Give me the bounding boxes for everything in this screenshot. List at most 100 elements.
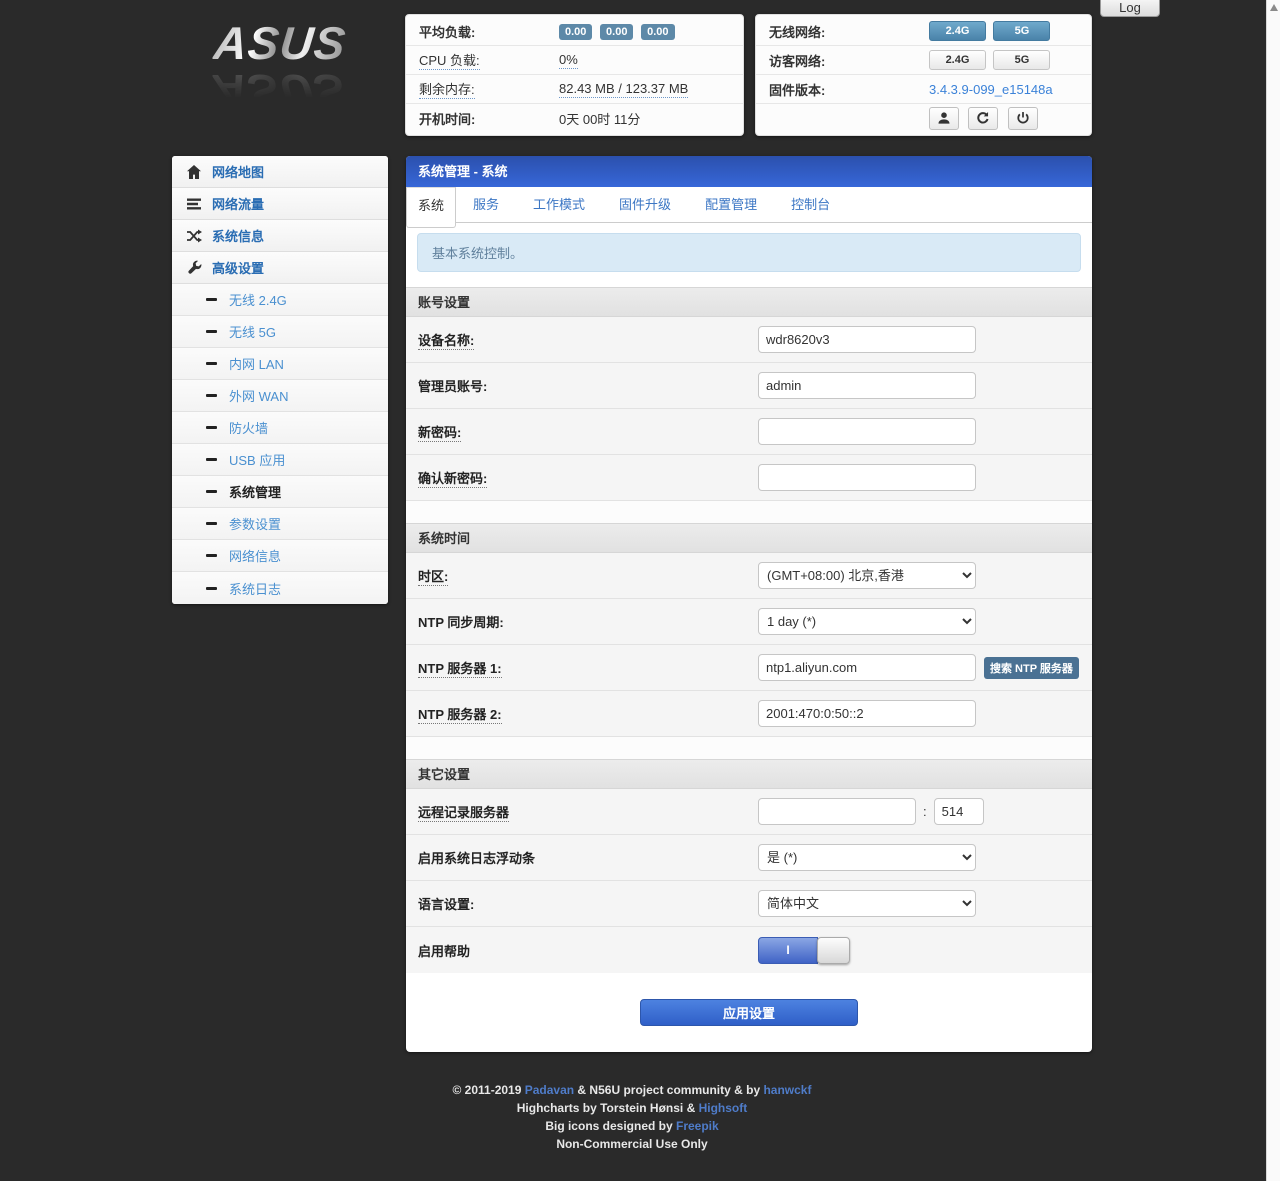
ntp-server2-input[interactable] — [758, 700, 976, 727]
sidebar-subitem-label: USB 应用 — [229, 453, 286, 468]
sidebar-subitem-lan[interactable]: 内网 LAN — [172, 348, 388, 380]
sidebar-subitem-wireless-24g[interactable]: 无线 2.4G — [172, 284, 388, 316]
device-name-input[interactable] — [758, 326, 976, 353]
wireless-panel: 无线网络: 2.4G 5G 访客网络: 2.4G 5G 固件版本: 3.4.3.… — [755, 14, 1092, 136]
firmware-label: 固件版本: — [769, 82, 826, 98]
memory-value[interactable]: 82.43 MB / 123.37 MB — [559, 81, 689, 98]
freepik-link[interactable]: Freepik — [676, 1119, 719, 1133]
syslog-float-row: 启用系统日志浮动条 是 (*) — [406, 835, 1092, 881]
confirm-password-label[interactable]: 确认新密码: — [418, 471, 488, 488]
device-name-label[interactable]: 设备名称: — [418, 333, 475, 350]
remote-log-label[interactable]: 远程记录服务器 — [418, 805, 510, 822]
footer-line-copyright: © 2011-2019 Padavan & N56U project commu… — [172, 1081, 1092, 1099]
ntp-server1-input[interactable] — [758, 654, 976, 681]
wrench-icon — [186, 260, 202, 276]
section-header-time: 系统时间 — [406, 523, 1092, 553]
tab-console[interactable]: 控制台 — [774, 187, 847, 223]
sidebar-item-advanced-settings[interactable]: 高级设置 — [172, 252, 388, 284]
shutdown-button[interactable] — [1007, 106, 1038, 130]
admin-account-input[interactable] — [758, 372, 976, 399]
hanwckf-link[interactable]: hanwckf — [763, 1083, 811, 1097]
enable-help-row: 启用帮助 I — [406, 927, 1092, 973]
load-average-row: 平均负载: 0.00 0.00 0.00 — [406, 17, 743, 46]
dash-icon — [206, 490, 217, 493]
scrollbar-up-arrow-icon[interactable] — [1269, 4, 1278, 11]
asus-logo-text: ASUS — [211, 17, 349, 69]
shuffle-icon — [186, 228, 202, 244]
info-alert: 基本系统控制。 — [417, 233, 1081, 272]
wifi-row: 无线网络: 2.4G 5G — [756, 17, 1091, 46]
ntp-server1-label[interactable]: NTP 服务器 1: — [418, 661, 502, 678]
new-password-input[interactable] — [758, 418, 976, 445]
page-title: 系统管理 - 系统 — [406, 156, 1092, 187]
ntp-server2-row: NTP 服务器 2: — [406, 691, 1092, 737]
cpu-load-link[interactable]: CPU 负载: — [419, 53, 480, 70]
sidebar-item-network-map[interactable]: 网络地图 — [172, 156, 388, 188]
wifi-5g-button[interactable]: 5G — [993, 21, 1051, 41]
padavan-link[interactable]: Padavan — [525, 1083, 574, 1097]
user-account-button[interactable] — [929, 106, 959, 130]
traffic-bars-icon — [186, 196, 202, 212]
dash-icon — [206, 394, 217, 397]
language-select[interactable]: 简体中文 — [758, 890, 976, 917]
device-name-row: 设备名称: — [406, 317, 1092, 363]
guest-24g-button[interactable]: 2.4G — [929, 50, 986, 70]
new-password-label[interactable]: 新密码: — [418, 425, 462, 442]
sidebar-item-label: 网络流量 — [212, 197, 265, 212]
cpu-load-value[interactable]: 0% — [559, 52, 578, 69]
reboot-button[interactable] — [968, 106, 999, 130]
asus-logo-reflection: ASUS — [211, 65, 349, 117]
toggle-knob[interactable] — [817, 936, 850, 964]
wifi-24g-button[interactable]: 2.4G — [929, 21, 986, 41]
apply-area: 应用设置 — [406, 973, 1092, 1026]
sidebar-item-system-info[interactable]: 系统信息 — [172, 220, 388, 252]
confirm-password-input[interactable] — [758, 464, 976, 491]
tab-config-management[interactable]: 配置管理 — [688, 187, 774, 223]
highsoft-link[interactable]: Highsoft — [699, 1101, 748, 1115]
wifi-label: 无线网络: — [769, 24, 826, 40]
timezone-select[interactable]: (GMT+08:00) 北京,香港 — [758, 562, 976, 589]
sidebar: 网络地图 网络流量 系统信息 高级设置 无线 2.4G 无线 5G 内网 LAN… — [172, 156, 388, 604]
sidebar-subitem-system-admin[interactable]: 系统管理 — [172, 476, 388, 508]
remote-log-port-input[interactable] — [933, 798, 984, 825]
timezone-label[interactable]: 时区: — [418, 569, 449, 586]
quick-actions-row — [756, 104, 1091, 133]
sidebar-subitem-usb-apps[interactable]: USB 应用 — [172, 444, 388, 476]
sidebar-item-network-traffic[interactable]: 网络流量 — [172, 188, 388, 220]
scrollbar[interactable] — [1266, 0, 1280, 1181]
guest-5g-button[interactable]: 5G — [993, 50, 1051, 70]
help-toggle[interactable]: I — [758, 936, 850, 964]
sidebar-item-label: 网络地图 — [212, 165, 265, 180]
sidebar-item-label: 高级设置 — [212, 261, 265, 276]
sidebar-subitem-system-log[interactable]: 系统日志 — [172, 572, 388, 604]
section-header-account: 账号设置 — [406, 287, 1092, 317]
sidebar-subitem-wan[interactable]: 外网 WAN — [172, 380, 388, 412]
sidebar-subitem-firewall[interactable]: 防火墙 — [172, 412, 388, 444]
sidebar-subitem-label: 系统日志 — [229, 581, 282, 597]
remote-log-server-input[interactable] — [758, 798, 916, 825]
apply-settings-button[interactable]: 应用设置 — [640, 999, 858, 1026]
log-button[interactable]: Log — [1100, 0, 1160, 17]
sidebar-subitem-label: 内网 LAN — [229, 357, 284, 372]
dash-icon — [206, 362, 217, 365]
syslog-float-label: 启用系统日志浮动条 — [418, 851, 536, 866]
ntp-server2-label[interactable]: NTP 服务器 2: — [418, 707, 502, 724]
tab-operation-mode[interactable]: 工作模式 — [516, 187, 602, 223]
search-ntp-button[interactable]: 搜索 NTP 服务器 — [984, 656, 1079, 679]
sidebar-subitem-wireless-5g[interactable]: 无线 5G — [172, 316, 388, 348]
sidebar-subitem-parameters[interactable]: 参数设置 — [172, 508, 388, 540]
firmware-version-link[interactable]: 3.4.3.9-099_e15148a — [929, 82, 1053, 97]
tab-system[interactable]: 系统 — [406, 187, 457, 228]
tab-firmware-upgrade[interactable]: 固件升级 — [602, 187, 688, 223]
memory-link[interactable]: 剩余内存: — [419, 82, 475, 99]
user-icon — [938, 112, 950, 124]
tab-services[interactable]: 服务 — [456, 187, 516, 223]
confirm-password-row: 确认新密码: — [406, 455, 1092, 501]
ntp-period-select[interactable]: 1 day (*) — [758, 608, 976, 635]
syslog-float-select[interactable]: 是 (*) — [758, 844, 976, 871]
dash-icon — [206, 426, 217, 429]
ntp-period-label: NTP 同步周期: — [418, 615, 504, 630]
dash-icon — [206, 330, 217, 333]
sidebar-subitem-label: 系统管理 — [229, 485, 282, 500]
sidebar-subitem-network-info[interactable]: 网络信息 — [172, 540, 388, 572]
